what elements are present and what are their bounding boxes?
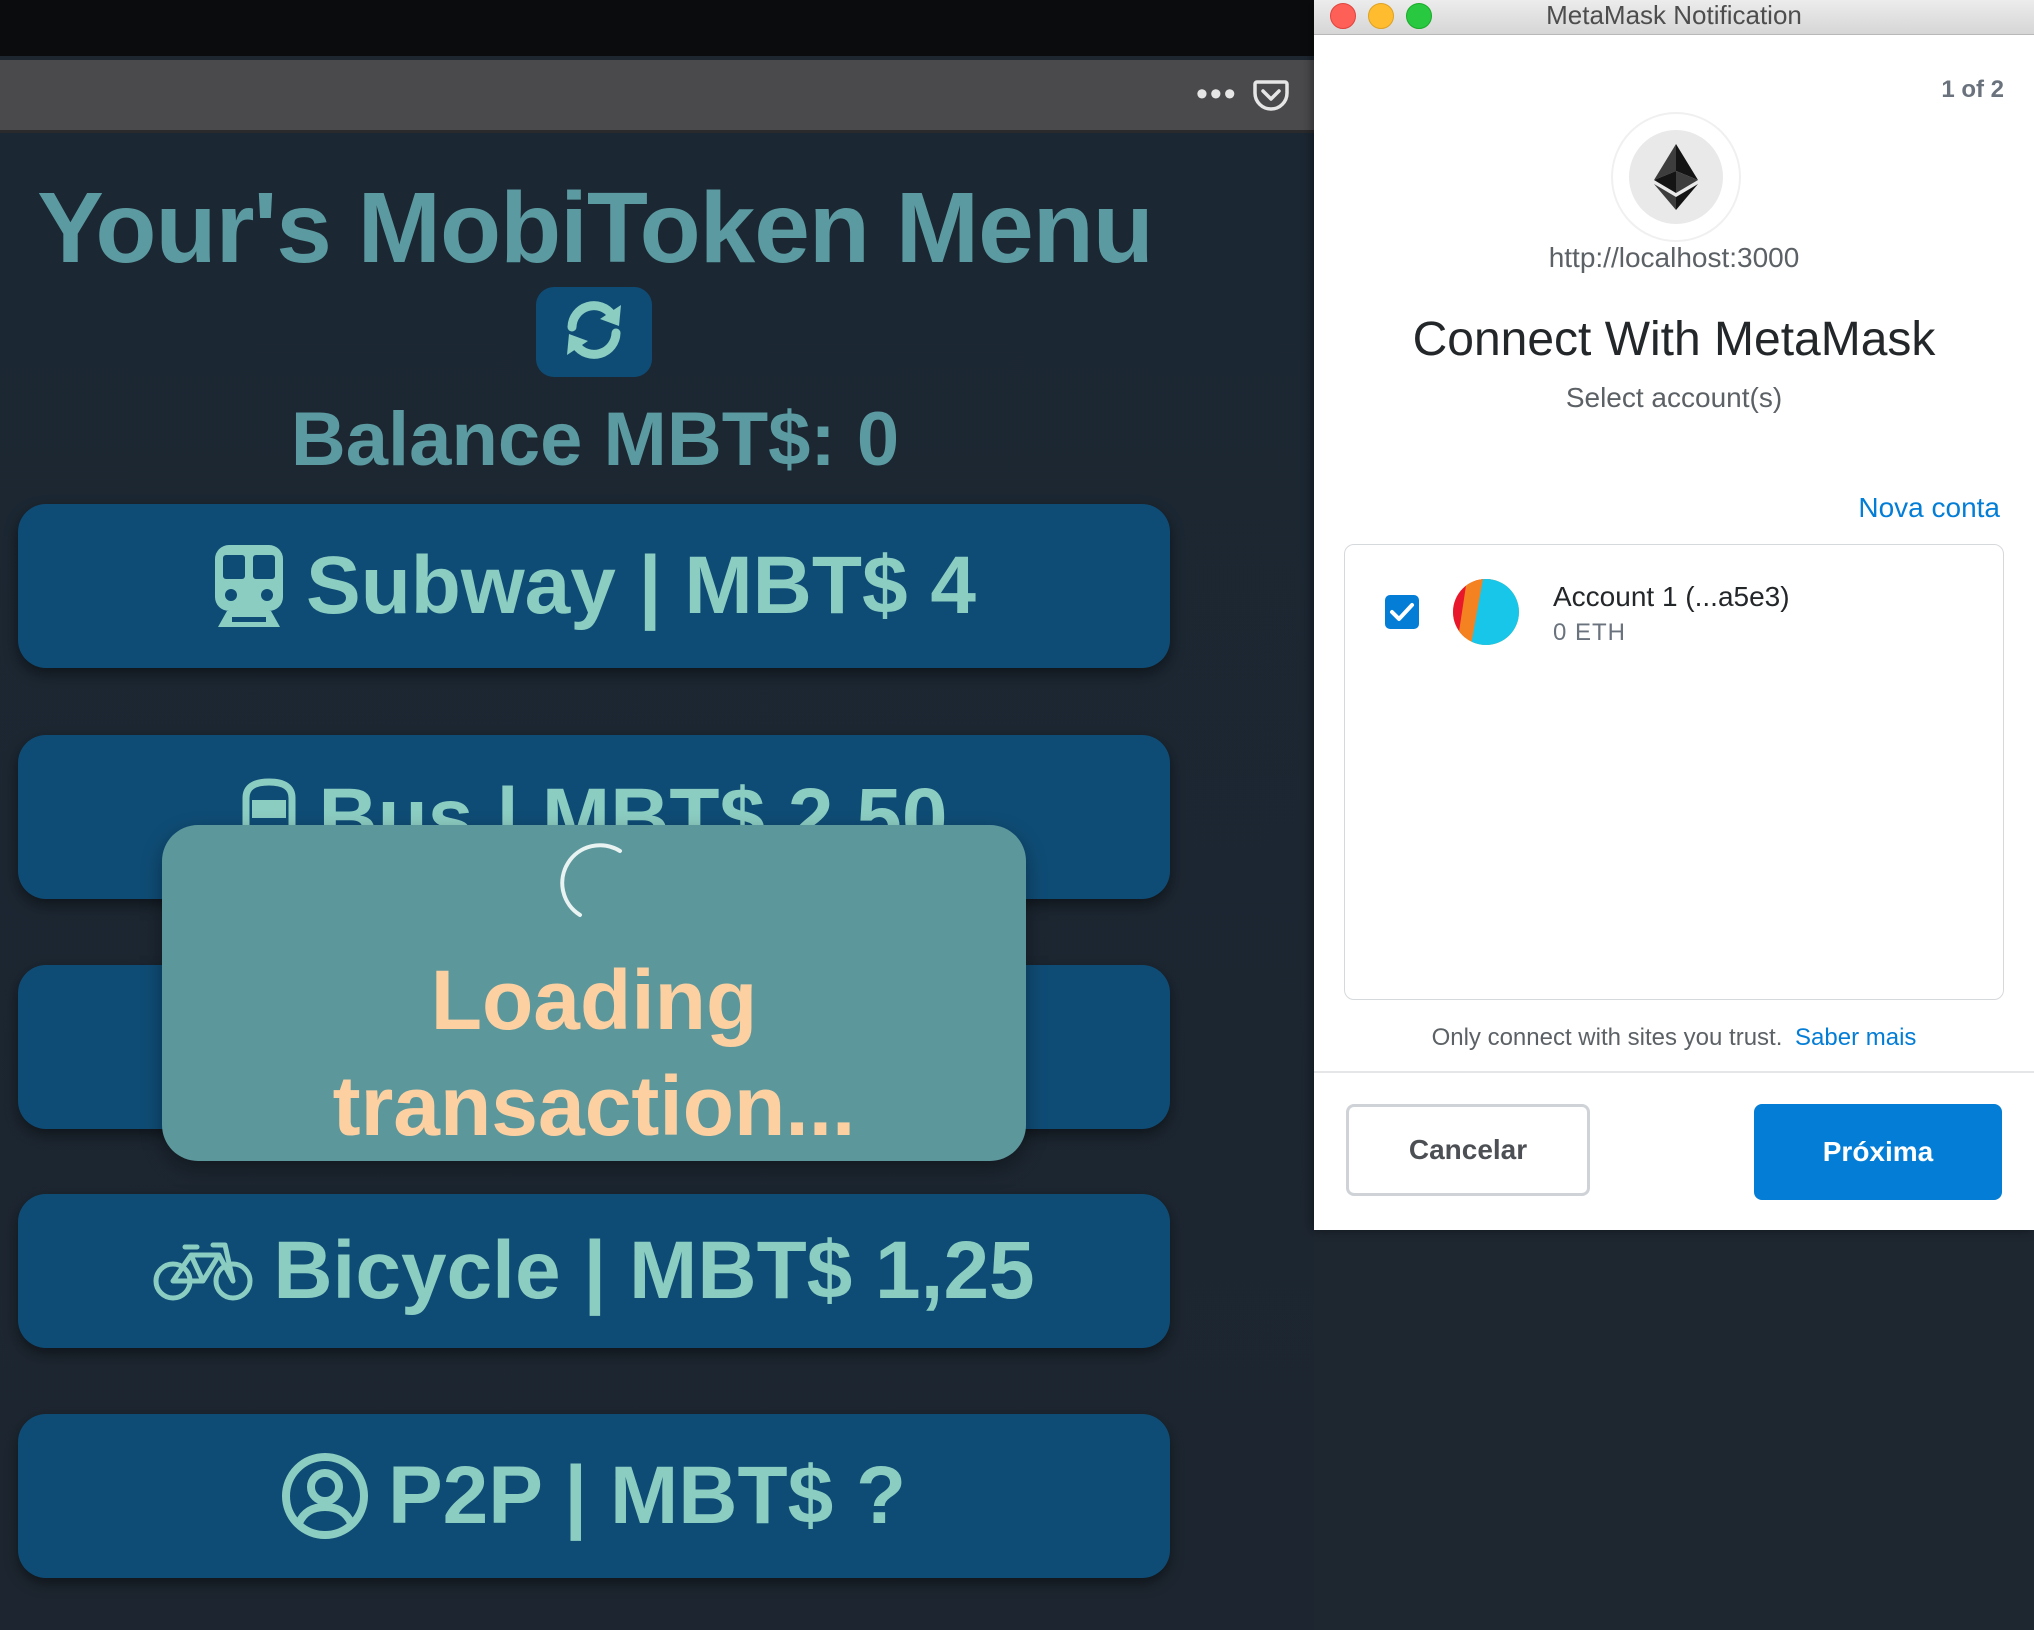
- connect-subheading: Select account(s): [1565, 382, 1783, 413]
- p2p-button[interactable]: P2P | MBT$ ?: [18, 1414, 1170, 1578]
- spinner-icon: [550, 835, 650, 935]
- next-button[interactable]: Próxima: [1754, 1104, 2002, 1200]
- p2p-label: P2P | MBT$ ?: [387, 1450, 907, 1541]
- trust-notice: Only connect with sites you trust. Saber…: [1314, 1024, 2034, 1052]
- subway-button[interactable]: Subway | MBT$ 4: [18, 504, 1170, 668]
- user-circle-icon: [281, 1453, 368, 1539]
- balance-text: Balance MBT$: 0: [290, 397, 900, 482]
- refresh-button[interactable]: [536, 287, 652, 377]
- account-name: Account 1 (...a5e3): [1553, 581, 1790, 612]
- window-title: MetaMask Notification: [1546, 0, 1802, 30]
- metamask-window: MetaMask Notification 1 of 2 http://loca…: [1314, 0, 2034, 1230]
- check-icon: [1390, 603, 1414, 621]
- pocket-icon[interactable]: [1252, 76, 1290, 114]
- site-icon: [1611, 112, 1741, 242]
- page-count: 1 of 2: [1941, 76, 2004, 103]
- more-horizontal-icon[interactable]: •••: [1196, 74, 1236, 114]
- loading-line-2: transaction...: [332, 1059, 856, 1153]
- connect-heading: Connect With MetaMask: [1412, 313, 1936, 366]
- browser-toolbar: •••: [0, 60, 1314, 133]
- loading-message: Loading transaction...: [162, 947, 1026, 1159]
- account-balance: 0 ETH: [1553, 619, 1627, 646]
- sync-icon: [559, 295, 629, 370]
- window-titlebar: MetaMask Notification: [1314, 0, 2034, 35]
- loading-overlay: Loading transaction...: [162, 825, 1026, 1161]
- trust-text: Only connect with sites you trust.: [1431, 1024, 1783, 1051]
- account-list: Account 1 (...a5e3) 0 ETH: [1344, 544, 2004, 1000]
- cancel-button[interactable]: Cancelar: [1346, 1104, 1590, 1196]
- account-avatar: [1453, 579, 1519, 645]
- site-origin: http://localhost:3000: [1548, 242, 1800, 273]
- page-title: Your's MobiToken Menu: [37, 172, 1154, 284]
- learn-more-link[interactable]: Saber mais: [1795, 1024, 1916, 1051]
- loading-line-1: Loading: [430, 953, 758, 1047]
- browser-titlebar: [0, 0, 1314, 56]
- account-checkbox[interactable]: [1385, 595, 1419, 629]
- footer-divider: [1314, 1071, 2034, 1073]
- new-account-link[interactable]: Nova conta: [1858, 492, 2000, 524]
- subway-label: Subway | MBT$ 4: [306, 540, 976, 631]
- bicycle-icon: [153, 1239, 253, 1303]
- subway-icon: [212, 543, 286, 629]
- bicycle-label: Bicycle | MBT$ 1,25: [273, 1225, 1035, 1316]
- ethereum-icon: [1654, 144, 1698, 210]
- bicycle-button[interactable]: Bicycle | MBT$ 1,25: [18, 1194, 1170, 1348]
